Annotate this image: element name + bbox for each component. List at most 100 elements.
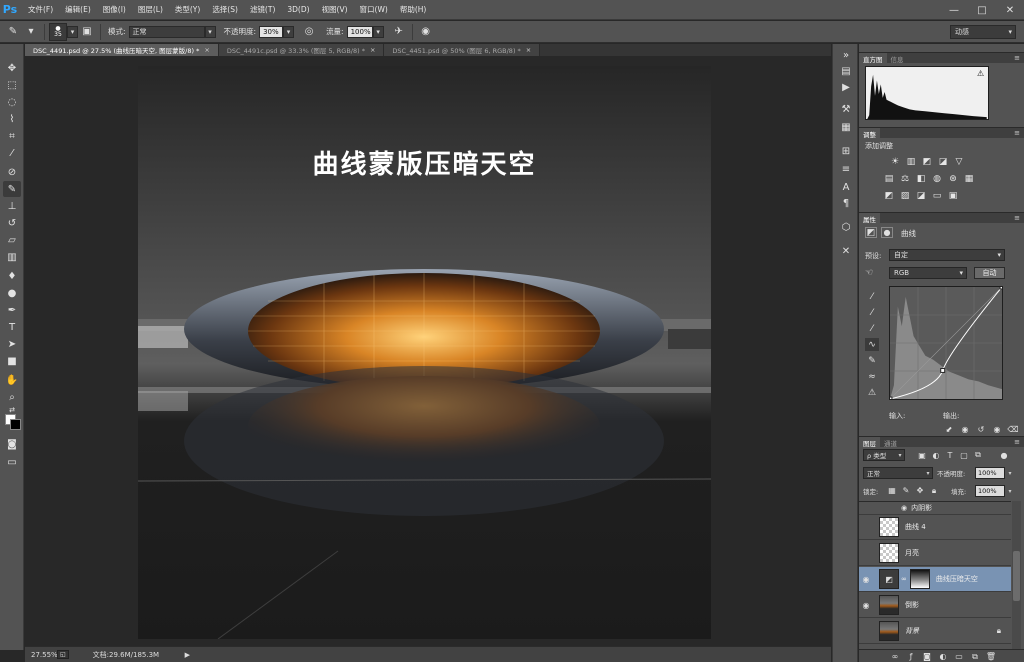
eye-icon[interactable]: ◉ [859,601,873,610]
chevron-down-icon[interactable]: ▾ [895,449,905,461]
new-group-icon[interactable]: ▭ [953,651,965,662]
smooth-curve-icon[interactable]: ≈ [865,370,879,383]
panel-menu-icon[interactable]: ≡ [1014,128,1020,138]
type-tool-icon[interactable]: T [3,319,21,335]
color-lookup-icon[interactable]: ▦ [963,173,975,184]
screen-mode-icon[interactable]: ▭ [3,454,21,470]
3d-icon[interactable]: ⬡ [837,220,855,235]
link-layers-icon[interactable]: ∞ [889,651,901,662]
layer-name[interactable]: 曲线 4 [905,522,926,532]
curves-adjustment-icon[interactable]: ◩ [865,227,877,238]
maximize-button[interactable]: □ [968,0,996,20]
brush-presets-icon[interactable]: ▦ [837,120,855,135]
menu-view[interactable]: 视图(V) [322,4,348,15]
layer-name[interactable]: 倒影 [905,600,919,610]
toggle-visibility-icon[interactable]: ◉ [991,424,1003,434]
dodge-tool-icon[interactable]: ● [3,285,21,301]
chevron-down-icon[interactable]: ▾ [1005,467,1015,479]
tab-properties[interactable]: 属性 [859,213,880,224]
background-color-swatch[interactable] [10,419,21,430]
gradient-tool-icon[interactable]: ▥ [3,249,21,265]
view-previous-icon[interactable]: ◉ [959,424,971,434]
channel-select[interactable]: RGB ▾ [889,267,967,279]
add-mask-icon[interactable]: ◙ [921,651,933,662]
panel-menu-icon[interactable]: ≡ [1014,213,1020,223]
filter-pixel-icon[interactable]: ▣ [917,450,927,460]
brush-size-dropdown[interactable]: ▾ [67,25,78,38]
tab-channels[interactable]: 通道 [880,437,901,448]
paragraph-styles-icon[interactable]: ≡ [837,162,855,177]
document-tab[interactable]: DSC_4491.psd @ 27.5% (曲线压暗天空, 图层蒙版/8) * … [25,44,219,56]
layer-name[interactable]: 背景 [905,626,919,636]
close-icon[interactable]: × [526,46,531,54]
filter-toggle-icon[interactable]: ● [999,450,1009,460]
menu-select[interactable]: 选择(S) [212,4,238,15]
layer-row-selected[interactable]: ◉ ◩ ∞ 曲线压暗天空 [859,567,1011,592]
selective-color-icon[interactable]: ▣ [947,190,959,201]
eraser-tool-icon[interactable]: ▱ [3,232,21,248]
scrollbar-thumb[interactable] [1013,551,1020,601]
layer-name[interactable]: 曲线压暗天空 [936,574,978,584]
curves-icon[interactable]: ◩ [921,156,933,167]
healing-brush-tool-icon[interactable]: ⊘ [3,164,21,180]
document-tab[interactable]: DSC_4491c.psd @ 33.3% (图层 5, RGB/8) * × [218,44,385,56]
cache-warning-icon[interactable]: ⚠ [977,69,984,78]
reset-icon[interactable]: ↺ [975,424,987,434]
curve-control-point[interactable] [999,286,1003,290]
tab-histogram[interactable]: 直方图 [859,53,887,64]
curves-graph[interactable] [889,286,1003,400]
layer-effect-row[interactable]: ◉ 内阴影 [859,502,1011,515]
draw-curve-pencil-icon[interactable]: ✎ [865,354,879,367]
layer-name[interactable]: 月亮 [905,548,919,558]
tool-presets-icon[interactable]: ⚒ [837,102,855,117]
invert-icon[interactable]: ◩ [883,190,895,201]
quick-select-tool-icon[interactable]: ⌇ [3,111,21,127]
sample-black-eyedropper-icon[interactable]: ⁄ [865,322,879,335]
brush-panel-icon[interactable]: ▣ [78,24,96,40]
hand-tool-icon[interactable]: ✋ [3,372,21,388]
lasso-tool-icon[interactable]: ◌ [3,94,21,110]
workspace-select[interactable]: 动感 ▾ [950,25,1016,39]
character-icon[interactable]: A [837,180,855,195]
collapse-panels-icon[interactable]: » [837,48,855,63]
layer-mask-icon[interactable]: ● [881,227,893,238]
brush-tool-icon[interactable]: ✎ [3,181,21,197]
layer-row[interactable]: ◉ 倒影 [859,593,1011,618]
black-white-icon[interactable]: ◧ [915,173,927,184]
airbrush-icon[interactable]: ✈ [390,24,408,40]
close-icon[interactable]: × [204,46,209,54]
history-brush-tool-icon[interactable]: ↺ [3,215,21,231]
chevron-down-icon[interactable]: ▾ [1005,485,1015,497]
flow-dropdown[interactable]: ▾ [372,25,384,38]
delete-icon[interactable]: ⌫ [1007,424,1019,434]
layer-style-fx-icon[interactable]: ƒ [905,651,917,662]
pen-tool-icon[interactable]: ✒ [3,302,21,318]
close-button[interactable]: ✕ [996,0,1024,20]
filter-type-icon[interactable]: T [945,450,955,460]
sample-gray-eyedropper-icon[interactable]: ⁄ [865,306,879,319]
filter-shape-icon[interactable]: ▢ [959,450,969,460]
preset-select[interactable]: 自定 ▾ [889,249,1005,261]
opacity-dropdown[interactable]: ▾ [283,25,295,38]
link-icon[interactable]: ∞ [901,575,907,583]
layer-row[interactable]: 月亮 [859,541,1011,566]
layer-row[interactable]: 曲线 4 [859,515,1011,540]
vibrance-icon[interactable]: ▽ [953,156,965,167]
lock-image-icon[interactable]: ✎ [901,485,911,496]
menu-3d[interactable]: 3D(D) [287,5,309,14]
clone-stamp-tool-icon[interactable]: ⊥ [3,198,21,214]
menu-file[interactable]: 文件(F) [28,4,53,15]
rectangle-tool-icon[interactable]: ■ [3,353,21,369]
menu-help[interactable]: 帮助(H) [400,4,427,15]
document-canvas[interactable]: 曲线蒙版压暗天空 [138,66,711,639]
tab-layers[interactable]: 图层 [859,437,880,448]
targeted-adjust-icon[interactable]: ☜ [865,268,873,278]
edit-points-curve-icon[interactable]: ∿ [865,338,879,351]
menu-window[interactable]: 窗口(W) [360,4,388,15]
minimize-button[interactable]: — [940,0,968,20]
filter-smart-object-icon[interactable]: ⧉ [973,450,983,460]
eye-icon[interactable]: ◉ [859,575,873,584]
tab-info[interactable]: 信息 [887,53,908,64]
move-tool-icon[interactable]: ✥ [3,60,21,76]
hue-saturation-icon[interactable]: ▤ [883,173,895,184]
